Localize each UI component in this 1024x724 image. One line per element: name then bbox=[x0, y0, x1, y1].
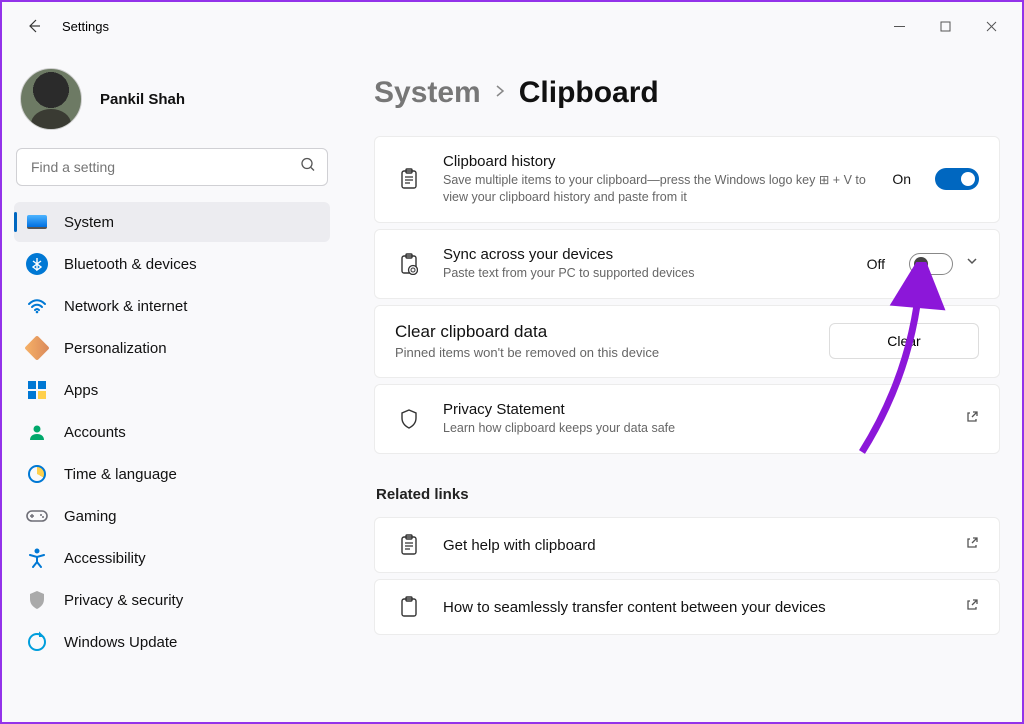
nav-item-privacy[interactable]: Privacy & security bbox=[14, 580, 330, 620]
nav-item-system[interactable]: System bbox=[14, 202, 330, 242]
back-button[interactable] bbox=[18, 10, 50, 42]
wifi-icon bbox=[26, 295, 48, 317]
card-privacy-statement[interactable]: Privacy Statement Learn how clipboard ke… bbox=[374, 384, 1000, 454]
profile-name: Pankil Shah bbox=[100, 91, 185, 108]
shield-outline-icon bbox=[395, 408, 423, 430]
apps-icon bbox=[26, 379, 48, 401]
nav-item-update[interactable]: Windows Update bbox=[14, 622, 330, 662]
breadcrumb: System Clipboard bbox=[374, 76, 1000, 110]
clipboard-list-icon bbox=[395, 168, 423, 190]
clipboard-sync-icon bbox=[395, 253, 423, 275]
card-clear-clipboard: Clear clipboard data Pinned items won't … bbox=[374, 305, 1000, 379]
search-icon bbox=[300, 157, 316, 178]
nav-item-time[interactable]: Time & language bbox=[14, 454, 330, 494]
content: System Clipboard Clipboard history Save … bbox=[338, 50, 1022, 722]
window-title: Settings bbox=[62, 19, 109, 34]
nav: System Bluetooth & devices Network & int… bbox=[12, 202, 332, 662]
card-desc: Pinned items won't be removed on this de… bbox=[395, 344, 829, 362]
card-title: Clipboard history bbox=[443, 153, 892, 170]
card-sync-devices[interactable]: Sync across your devices Paste text from… bbox=[374, 229, 1000, 299]
history-toggle[interactable] bbox=[935, 168, 979, 190]
minimize-icon bbox=[894, 21, 905, 32]
breadcrumb-parent[interactable]: System bbox=[374, 76, 481, 110]
toggle-state-label: On bbox=[892, 171, 911, 187]
card-desc: Paste text from your PC to supported dev… bbox=[443, 265, 867, 282]
nav-item-bluetooth[interactable]: Bluetooth & devices bbox=[14, 244, 330, 284]
sync-toggle[interactable] bbox=[909, 253, 953, 275]
clear-button[interactable]: Clear bbox=[829, 323, 979, 359]
card-transfer-content[interactable]: How to seamlessly transfer content betwe… bbox=[374, 579, 1000, 635]
card-title: How to seamlessly transfer content betwe… bbox=[443, 599, 965, 616]
search-field-wrap bbox=[16, 148, 328, 186]
profile[interactable]: Pankil Shah bbox=[12, 60, 332, 148]
clock-icon bbox=[26, 463, 48, 485]
close-icon bbox=[986, 21, 997, 32]
external-link-icon bbox=[965, 410, 979, 429]
arrow-left-icon bbox=[26, 18, 42, 34]
shield-icon bbox=[26, 589, 48, 611]
clipboard-icon bbox=[395, 596, 423, 618]
bluetooth-icon bbox=[26, 253, 48, 275]
nav-item-gaming[interactable]: Gaming bbox=[14, 496, 330, 536]
card-clipboard-history: Clipboard history Save multiple items to… bbox=[374, 136, 1000, 223]
gamepad-icon bbox=[26, 505, 48, 527]
card-desc: Learn how clipboard keeps your data safe bbox=[443, 420, 923, 437]
nav-item-personalization[interactable]: Personalization bbox=[14, 328, 330, 368]
person-icon bbox=[26, 421, 48, 443]
card-desc: Save multiple items to your clipboard—pr… bbox=[443, 172, 892, 206]
external-link-icon bbox=[965, 598, 979, 617]
titlebar: Settings bbox=[2, 2, 1022, 50]
card-title: Get help with clipboard bbox=[443, 537, 965, 554]
search-input[interactable] bbox=[16, 148, 328, 186]
close-button[interactable] bbox=[968, 10, 1014, 42]
nav-item-apps[interactable]: Apps bbox=[14, 370, 330, 410]
paintbrush-icon bbox=[26, 337, 48, 359]
toggle-state-label: Off bbox=[867, 256, 885, 272]
nav-item-network[interactable]: Network & internet bbox=[14, 286, 330, 326]
card-get-help[interactable]: Get help with clipboard bbox=[374, 517, 1000, 573]
nav-item-accounts[interactable]: Accounts bbox=[14, 412, 330, 452]
external-link-icon bbox=[965, 536, 979, 555]
card-title: Clear clipboard data bbox=[395, 322, 829, 342]
maximize-button[interactable] bbox=[922, 10, 968, 42]
nav-item-accessibility[interactable]: Accessibility bbox=[14, 538, 330, 578]
clipboard-list-icon bbox=[395, 534, 423, 556]
sidebar: Pankil Shah System Bluetooth & devices N… bbox=[2, 50, 338, 722]
minimize-button[interactable] bbox=[876, 10, 922, 42]
maximize-icon bbox=[940, 21, 951, 32]
related-heading: Related links bbox=[376, 486, 1000, 503]
chevron-down-icon[interactable] bbox=[965, 254, 979, 273]
update-icon bbox=[26, 631, 48, 653]
system-icon bbox=[26, 211, 48, 233]
breadcrumb-current: Clipboard bbox=[519, 76, 659, 110]
card-title: Sync across your devices bbox=[443, 246, 867, 263]
accessibility-icon bbox=[26, 547, 48, 569]
avatar bbox=[20, 68, 82, 130]
chevron-right-icon bbox=[493, 84, 507, 103]
window-controls bbox=[876, 10, 1014, 42]
card-title: Privacy Statement bbox=[443, 401, 965, 418]
